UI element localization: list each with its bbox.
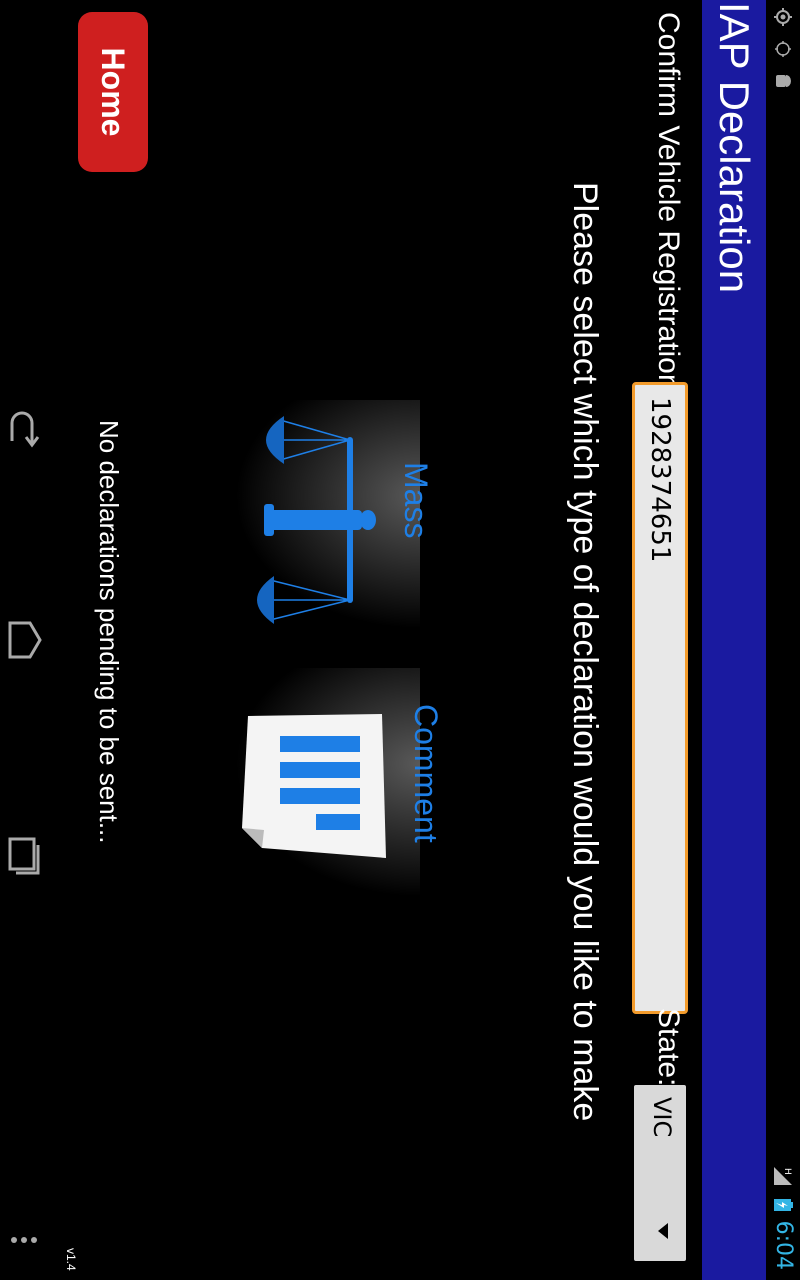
home-icon[interactable]: [4, 610, 44, 670]
battery-icon: [773, 1193, 795, 1215]
status-bar: H 6:04: [766, 0, 800, 1280]
mass-declaration-button[interactable]: Mass: [220, 400, 434, 640]
signal-icon: H: [773, 1165, 795, 1187]
page-title: IAP Declaration: [711, 2, 758, 294]
svg-text:H: H: [783, 1168, 793, 1175]
document-icon: [242, 714, 386, 858]
android-icon: [772, 70, 794, 92]
screen: H 6:04 IAP Declaration Confirm Vehicle R…: [0, 0, 800, 1280]
state-label: State:: [652, 1008, 685, 1087]
mass-label: Mass: [398, 462, 434, 539]
recent-apps-icon[interactable]: [4, 826, 44, 886]
dropdown-arrow-icon: [658, 1223, 668, 1239]
title-bar: IAP Declaration: [702, 0, 766, 1280]
registration-input[interactable]: [632, 382, 688, 1014]
state-value: VIC: [648, 1097, 676, 1138]
comment-declaration-button[interactable]: Comment: [220, 668, 444, 908]
gps-icon: [772, 38, 794, 60]
overflow-menu-icon[interactable]: [4, 1210, 44, 1270]
pending-message: No declarations pending to be sent...: [94, 420, 124, 844]
navigation-bar: [0, 0, 48, 1280]
registration-label: Confirm Vehicle Registration:: [652, 12, 685, 399]
clock: 6:04: [771, 1220, 796, 1270]
scale-icon: [257, 416, 376, 624]
state-dropdown[interactable]: VIC: [634, 1085, 686, 1261]
location-icon: [772, 6, 794, 28]
back-icon[interactable]: [4, 400, 44, 460]
comment-label: Comment: [408, 704, 444, 843]
declaration-prompt: Please select which type of declaration …: [566, 182, 604, 1122]
version-label: v1.4: [64, 1248, 78, 1271]
home-button[interactable]: Home: [78, 12, 148, 172]
